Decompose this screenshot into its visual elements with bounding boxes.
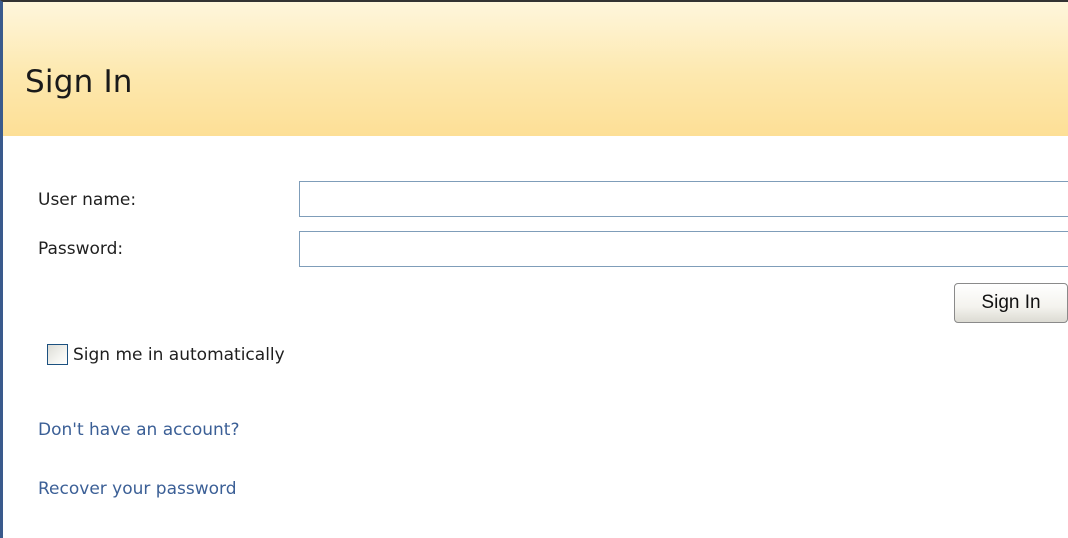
remember-me-checkbox[interactable] [47, 344, 68, 365]
remember-me-row[interactable]: Sign me in automatically [47, 344, 285, 365]
username-label: User name: [38, 190, 137, 210]
username-input[interactable] [299, 181, 1068, 217]
sign-in-window: Sign In User name: Password: Sign In Sig… [0, 0, 1068, 538]
no-account-link[interactable]: Don't have an account? [38, 420, 239, 440]
password-input[interactable] [299, 231, 1068, 267]
sign-in-button[interactable]: Sign In [954, 283, 1068, 323]
header-banner: Sign In [3, 2, 1068, 136]
page-title: Sign In [25, 64, 133, 100]
remember-me-label[interactable]: Sign me in automatically [73, 345, 285, 365]
password-label: Password: [38, 239, 124, 259]
recover-password-link[interactable]: Recover your password [38, 479, 237, 499]
